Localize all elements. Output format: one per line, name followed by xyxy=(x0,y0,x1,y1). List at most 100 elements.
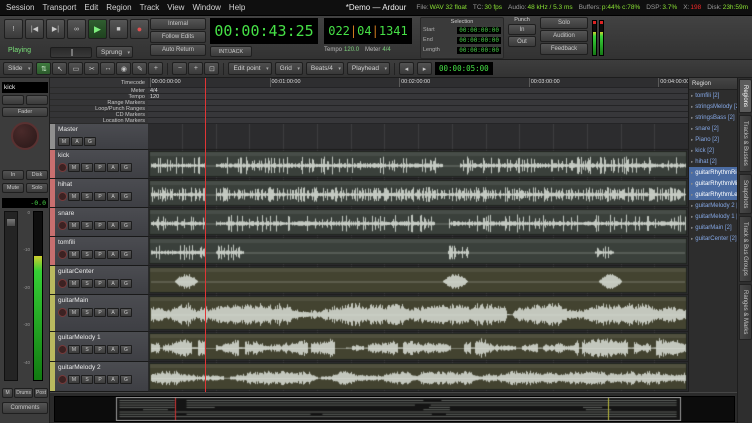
group-button[interactable]: G xyxy=(84,137,96,146)
playlist-button[interactable]: P xyxy=(94,308,106,317)
record-arm-button[interactable] xyxy=(58,375,67,384)
menu-edit[interactable]: Edit xyxy=(84,3,98,12)
strip-track-name[interactable]: kick xyxy=(2,82,48,93)
output-button[interactable]: Post xyxy=(34,388,48,398)
record-enable-button[interactable] xyxy=(11,122,39,150)
mute-button[interactable]: M xyxy=(68,192,80,201)
record-arm-button[interactable] xyxy=(58,345,67,354)
region-list-item[interactable]: ▸guitarRhythmRight [2] xyxy=(689,167,737,178)
record-arm-button[interactable] xyxy=(58,192,67,201)
record-arm-button[interactable] xyxy=(58,221,67,230)
group-button[interactable]: G xyxy=(120,221,132,230)
punch-out-button[interactable]: Out xyxy=(508,36,536,47)
track-header-snare[interactable]: snareMSPAG xyxy=(50,208,148,237)
input-button[interactable] xyxy=(2,95,24,105)
monitor-input-button[interactable]: In xyxy=(2,170,24,180)
region-list-item[interactable]: ▸guitarMain [2] xyxy=(689,222,737,233)
group-button[interactable]: G xyxy=(120,279,132,288)
track-header-kick[interactable]: kickMSPAG xyxy=(50,150,148,179)
mute-button[interactable]: M xyxy=(68,375,80,384)
loop-button[interactable]: ∞ xyxy=(67,19,86,39)
nudge-clock[interactable]: 00:00:05:00 xyxy=(435,62,493,75)
selection-end-clock[interactable]: 00:00:00:00 xyxy=(457,37,501,44)
comments-button[interactable]: Comments xyxy=(2,402,48,414)
automation-button[interactable]: A xyxy=(107,192,119,201)
automation-button[interactable]: A xyxy=(107,308,119,317)
group-button[interactable]: G xyxy=(120,308,132,317)
edit-mode-combo[interactable]: Slide xyxy=(3,62,33,75)
region-list-header[interactable]: Region xyxy=(689,78,737,90)
track-header-guitarcenter[interactable]: guitarCenterMSPAG xyxy=(50,266,148,295)
ruler-timecode[interactable]: 00:00:00:0000:01:00:0000:02:00:0000:03:0… xyxy=(148,78,688,88)
tempo-meter-display[interactable]: Tempo120.0 Meter4/4 xyxy=(324,47,391,53)
auto-return-button[interactable]: Auto Return xyxy=(150,44,206,56)
record-arm-button[interactable] xyxy=(58,250,67,259)
mute-button[interactable]: M xyxy=(58,137,70,146)
solo-button[interactable]: S xyxy=(81,163,93,172)
track-header-guitarmelody-2[interactable]: guitarMelody 2MSPAG xyxy=(50,362,148,392)
meter-point-button[interactable]: M xyxy=(2,388,13,398)
zoom-out-button[interactable]: − xyxy=(172,62,187,75)
nudge-forward-button[interactable]: ▸ xyxy=(417,62,432,75)
phase-invert-button[interactable] xyxy=(26,95,48,105)
edit-point-combo[interactable]: Edit point xyxy=(228,62,271,75)
sync-source-button[interactable]: INT/JACK xyxy=(210,46,252,57)
ruler-label-timecode[interactable]: Timecode xyxy=(50,78,148,88)
region-list-item[interactable]: ▸snare [2] xyxy=(689,123,737,134)
track-canvas[interactable] xyxy=(148,124,688,392)
menu-transport[interactable]: Transport xyxy=(42,3,76,12)
region-list-item[interactable]: ▸kick [2] xyxy=(689,145,737,156)
playlist-button[interactable]: P xyxy=(94,279,106,288)
tab-snapshots[interactable]: Snapshots xyxy=(739,174,752,214)
menu-help[interactable]: Help xyxy=(229,3,245,12)
primary-clock[interactable]: 00:00:43:25 xyxy=(210,18,318,44)
playlist-button[interactable]: P xyxy=(94,221,106,230)
playhead-combo[interactable]: Playhead xyxy=(347,62,390,75)
follow-edits-button[interactable]: Follow Edits xyxy=(150,31,206,43)
selection-length-clock[interactable]: 00:00:00:00 xyxy=(457,47,501,54)
clip-indicator[interactable] xyxy=(600,21,603,24)
record-arm-button[interactable] xyxy=(58,308,67,317)
range-tool-button[interactable]: ▭ xyxy=(68,62,83,75)
solo-button[interactable]: S xyxy=(81,279,93,288)
gain-fader[interactable] xyxy=(4,211,18,381)
track-header-hihat[interactable]: hihatMSPAG xyxy=(50,179,148,208)
mute-button[interactable]: M xyxy=(68,250,80,259)
record-button[interactable]: ● xyxy=(130,19,149,39)
playlist-button[interactable]: P xyxy=(94,192,106,201)
record-arm-button[interactable] xyxy=(58,279,67,288)
region-list-item[interactable]: ▸stringsMelody [2] xyxy=(689,101,737,112)
goto-start-button[interactable]: |◀ xyxy=(25,19,44,39)
automation-button[interactable]: A xyxy=(107,279,119,288)
smart-mode-button[interactable]: ⇅ xyxy=(36,62,51,75)
solo-button[interactable]: Solo xyxy=(540,17,588,29)
audition-tool-button[interactable]: ◉ xyxy=(116,62,131,75)
summary-canvas[interactable] xyxy=(54,396,735,422)
grab-tool-button[interactable]: ↖ xyxy=(52,62,67,75)
solo-button[interactable]: S xyxy=(81,221,93,230)
internal-edit-tool-button[interactable]: + xyxy=(148,62,163,75)
fader-handle[interactable] xyxy=(6,218,16,227)
menu-session[interactable]: Session xyxy=(6,3,34,12)
session-summary[interactable] xyxy=(50,392,737,423)
solo-button[interactable]: Solo xyxy=(26,183,48,193)
region-list-item[interactable]: ▸guitarMelody 2 [2] xyxy=(689,200,737,211)
stretch-tool-button[interactable]: ↔ xyxy=(100,62,115,75)
playlist-button[interactable]: P xyxy=(94,250,106,259)
solo-button[interactable]: S xyxy=(81,192,93,201)
solo-button[interactable]: S xyxy=(81,250,93,259)
cut-tool-button[interactable]: ✂ xyxy=(84,62,99,75)
group-button[interactable]: G xyxy=(120,163,132,172)
automation-button[interactable]: A xyxy=(107,163,119,172)
region-list-item[interactable]: ▸Piano [2] xyxy=(689,134,737,145)
track-header-guitarmain[interactable]: guitarMainMSPAG xyxy=(50,295,148,332)
tab-track-bus-groups[interactable]: Track & Bus Groups xyxy=(739,216,752,282)
snap-mode-combo[interactable]: Grid xyxy=(275,62,303,75)
zoom-in-button[interactable]: + xyxy=(188,62,203,75)
playlist-button[interactable]: P xyxy=(94,345,106,354)
gain-stage-button[interactable]: Fader xyxy=(2,107,48,117)
region-list-item[interactable]: ▸tomfili [2] xyxy=(689,90,737,101)
menu-window[interactable]: Window xyxy=(192,3,220,12)
playlist-button[interactable]: P xyxy=(94,375,106,384)
menu-view[interactable]: View xyxy=(167,3,184,12)
